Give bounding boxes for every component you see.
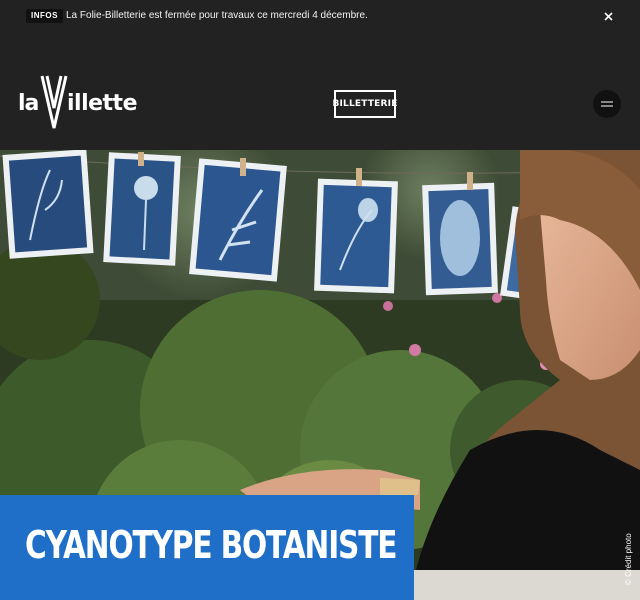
hamburger-icon[interactable] bbox=[593, 90, 621, 118]
svg-text:illette: illette bbox=[67, 91, 137, 116]
logo[interactable]: la illette bbox=[18, 72, 143, 132]
page-title: CYANOTYPE BOTANISTE bbox=[25, 523, 398, 567]
hero-image: CYANOTYPE BOTANISTE © Crédit photo bbox=[0, 150, 640, 600]
info-banner: INFOS La Folie-Billetterie est fermée po… bbox=[0, 0, 640, 32]
close-icon[interactable] bbox=[598, 8, 618, 24]
svg-text:la: la bbox=[18, 91, 39, 116]
site-header: la illette BILLETTERIE bbox=[0, 32, 640, 150]
info-badge: INFOS bbox=[26, 9, 63, 23]
ticket-button[interactable]: BILLETTERIE bbox=[332, 90, 397, 118]
photo-credit[interactable]: © Crédit photo bbox=[624, 533, 633, 585]
title-banner: CYANOTYPE BOTANISTE bbox=[0, 495, 414, 600]
info-message: La Folie-Billetterie est fermée pour tra… bbox=[66, 10, 368, 21]
